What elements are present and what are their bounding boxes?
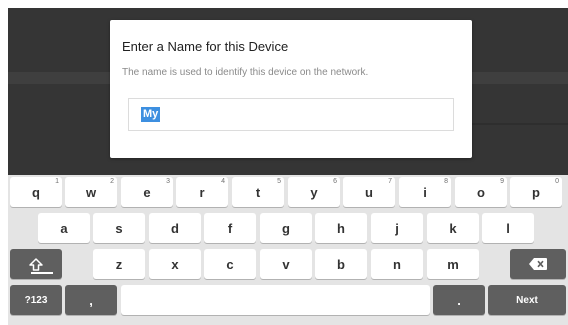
key-label: Next bbox=[516, 294, 538, 306]
key-j[interactable]: j bbox=[371, 213, 423, 243]
key-label: v bbox=[282, 256, 290, 272]
key-c[interactable]: c bbox=[204, 249, 256, 279]
key-label: s bbox=[115, 220, 123, 236]
key-label: y bbox=[310, 184, 318, 200]
key-label: . bbox=[457, 292, 461, 308]
key-number-hint: 9 bbox=[500, 178, 504, 185]
key-label: , bbox=[89, 292, 93, 308]
key-l[interactable]: l bbox=[482, 213, 534, 243]
key-label: o bbox=[477, 184, 485, 200]
key-label: n bbox=[393, 256, 401, 272]
selected-input-text: My bbox=[141, 107, 161, 122]
key-label: c bbox=[226, 256, 234, 272]
device-name-dialog: Enter a Name for this Device The name is… bbox=[110, 20, 472, 158]
key-label: l bbox=[506, 220, 510, 236]
key-label: m bbox=[447, 256, 459, 272]
key-r[interactable]: r4 bbox=[176, 177, 228, 207]
key-number-hint: 3 bbox=[166, 178, 170, 185]
key-number-hint: 1 bbox=[55, 178, 59, 185]
key-label: ?123 bbox=[24, 294, 48, 306]
device-name-input[interactable]: My bbox=[128, 98, 454, 131]
key-label: h bbox=[337, 220, 345, 236]
key-z[interactable]: z bbox=[93, 249, 145, 279]
shift-key[interactable] bbox=[10, 249, 62, 279]
key-e[interactable]: e3 bbox=[121, 177, 173, 207]
key-label: z bbox=[115, 256, 123, 272]
key-number-hint: 0 bbox=[555, 178, 559, 185]
key-n[interactable]: n bbox=[371, 249, 423, 279]
comma-key[interactable]: , bbox=[65, 285, 117, 315]
key-i[interactable]: i8 bbox=[399, 177, 451, 207]
key-s[interactable]: s bbox=[93, 213, 145, 243]
key-label: q bbox=[32, 184, 40, 200]
key-label: f bbox=[227, 220, 233, 236]
key-number-hint: 6 bbox=[333, 178, 337, 185]
key-f[interactable]: f bbox=[204, 213, 256, 243]
key-label: r bbox=[199, 184, 205, 200]
key-label: j bbox=[395, 220, 399, 236]
key-label: d bbox=[171, 220, 179, 236]
background-divider bbox=[472, 123, 568, 125]
key-label: k bbox=[449, 220, 457, 236]
key-y[interactable]: y6 bbox=[288, 177, 340, 207]
dialog-title: Enter a Name for this Device bbox=[122, 39, 289, 54]
key-w[interactable]: w2 bbox=[65, 177, 117, 207]
key-v[interactable]: v bbox=[260, 249, 312, 279]
dialog-subtitle: The name is used to identify this device… bbox=[122, 67, 369, 78]
key-label: p bbox=[532, 184, 540, 200]
key-u[interactable]: u7 bbox=[343, 177, 395, 207]
key-t[interactable]: t5 bbox=[232, 177, 284, 207]
shift-underline bbox=[31, 272, 53, 274]
key-label: i bbox=[423, 184, 427, 200]
key-p[interactable]: p0 bbox=[510, 177, 562, 207]
key-a[interactable]: a bbox=[38, 213, 90, 243]
key-g[interactable]: g bbox=[260, 213, 312, 243]
key-o[interactable]: o9 bbox=[455, 177, 507, 207]
key-label: t bbox=[255, 184, 261, 200]
symbols-key[interactable]: ?123 bbox=[10, 285, 62, 315]
key-label: a bbox=[60, 220, 68, 236]
key-number-hint: 2 bbox=[110, 178, 114, 185]
key-h[interactable]: h bbox=[315, 213, 367, 243]
key-number-hint: 8 bbox=[444, 178, 448, 185]
key-b[interactable]: b bbox=[315, 249, 367, 279]
key-label: u bbox=[365, 184, 373, 200]
backspace-icon bbox=[529, 258, 547, 270]
period-key[interactable]: . bbox=[433, 285, 485, 315]
key-label: g bbox=[282, 220, 290, 236]
key-label: b bbox=[337, 256, 345, 272]
key-label: e bbox=[143, 184, 151, 200]
key-label: x bbox=[171, 256, 179, 272]
next-key[interactable]: Next bbox=[488, 285, 566, 315]
key-d[interactable]: d bbox=[149, 213, 201, 243]
key-x[interactable]: x bbox=[149, 249, 201, 279]
screen: Enter a Name for this Device The name is… bbox=[8, 8, 568, 325]
key-label: w bbox=[85, 184, 97, 200]
background-band bbox=[472, 72, 568, 84]
key-number-hint: 7 bbox=[388, 178, 392, 185]
key-m[interactable]: m bbox=[427, 249, 479, 279]
background-band bbox=[8, 72, 110, 84]
space-key[interactable] bbox=[121, 285, 430, 315]
key-number-hint: 5 bbox=[277, 178, 281, 185]
on-screen-keyboard: q 1 w 2 e 3 r 4 t 5 y 6 u 7 i 8 o 9 p 0 a s d f g h j k l z x c v b n m ?123… bbox=[8, 175, 568, 325]
key-number-hint: 4 bbox=[221, 178, 225, 185]
key-q[interactable]: q1 bbox=[10, 177, 62, 207]
shift-arrow-icon bbox=[29, 257, 43, 271]
backspace-key[interactable] bbox=[510, 249, 566, 279]
key-k[interactable]: k bbox=[427, 213, 479, 243]
